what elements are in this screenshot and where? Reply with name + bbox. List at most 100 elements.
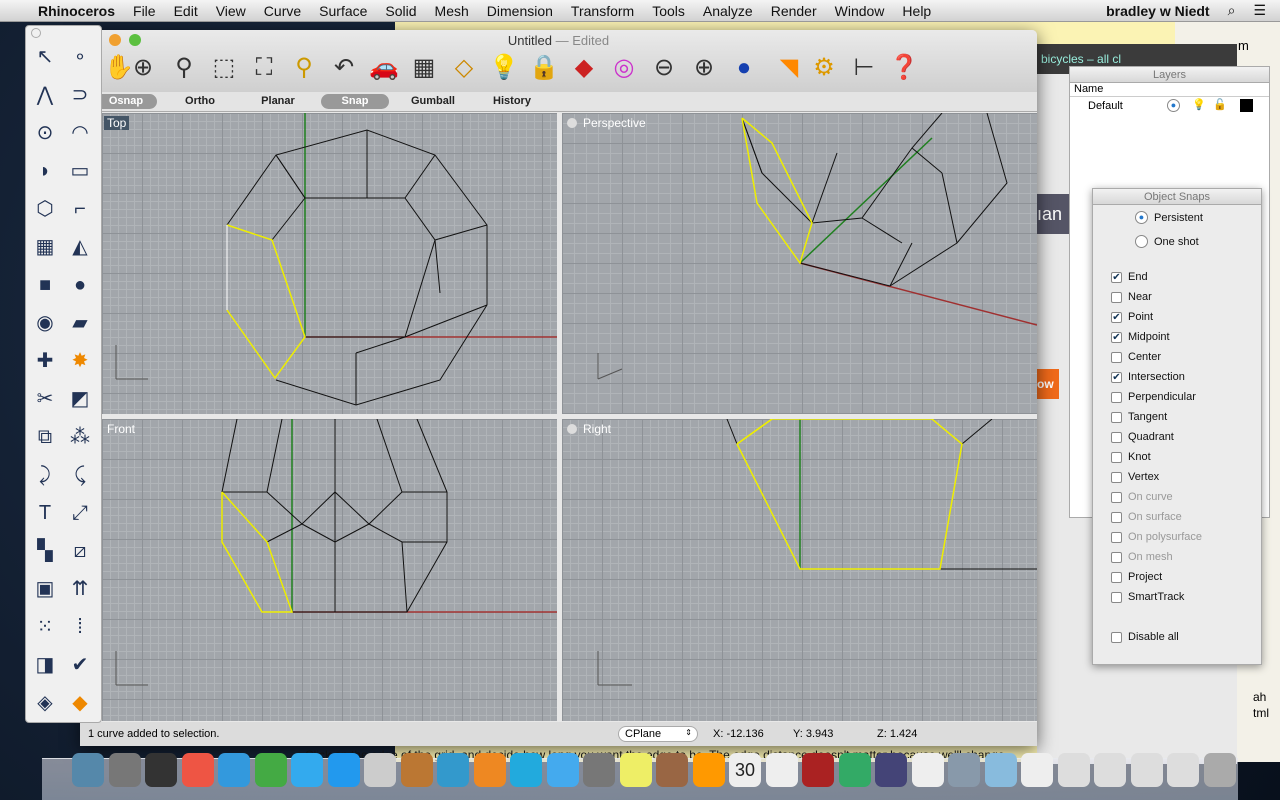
dock-skype-icon[interactable]	[510, 753, 542, 787]
curve-fillet-icon[interactable]: ⤹	[65, 460, 95, 490]
curve-offset-icon[interactable]: ⤸	[30, 460, 60, 490]
dock-calendar-icon[interactable]: 30	[729, 753, 761, 787]
group-icon[interactable]: ⁂	[65, 422, 95, 452]
curve-icon[interactable]: ⊃	[65, 80, 95, 110]
mode-persistent[interactable]: ● Persistent	[1135, 211, 1203, 224]
grid-array-icon[interactable]: ⁙	[30, 612, 60, 642]
toggle-osnap[interactable]: Osnap	[95, 94, 157, 109]
scale-icon[interactable]: ⤢	[65, 498, 95, 528]
snap-end[interactable]: ✔ End	[1111, 271, 1148, 283]
text-icon[interactable]: T	[30, 498, 60, 528]
split-icon[interactable]: ◩	[65, 384, 95, 414]
toggle-planar[interactable]: Planar	[248, 94, 308, 109]
dimension-icon[interactable]: ⊢	[847, 50, 881, 86]
spotlight-search-icon[interactable]: ⌕	[1219, 2, 1245, 19]
viewport-top[interactable]: Top	[102, 113, 557, 414]
menu-solid[interactable]: Solid	[376, 3, 425, 19]
viewport-front[interactable]: Front	[102, 419, 557, 721]
snap-on-curve[interactable]: On curve	[1111, 491, 1173, 503]
toggle-snap[interactable]: Snap	[321, 94, 389, 109]
snap-on-surface[interactable]: On surface	[1111, 511, 1182, 523]
extrude-icon[interactable]: ▣	[30, 574, 60, 604]
viewport-right[interactable]: Right	[562, 419, 1037, 721]
named-views-car-icon[interactable]: 🚗	[367, 50, 401, 86]
dock-preview-icon[interactable]	[875, 753, 907, 787]
current-layer-radio[interactable]: ●	[1167, 99, 1180, 112]
rectangle-arc-icon[interactable]: ◠	[65, 118, 95, 148]
polyline-icon[interactable]: ⋀	[30, 80, 60, 110]
menu-transform[interactable]: Transform	[562, 3, 643, 19]
explode-icon[interactable]: ✸	[65, 346, 95, 376]
dock-image-capture-icon[interactable]	[911, 753, 944, 787]
surface-grid-icon[interactable]: ▦	[30, 232, 60, 262]
polygon-icon[interactable]: ⬡	[30, 194, 60, 224]
palette-close-button[interactable]	[31, 28, 41, 38]
zoom-window-icon[interactable]: ⬚	[207, 50, 241, 86]
mode-one-shot[interactable]: One shot	[1135, 235, 1199, 248]
layer-color-swatch[interactable]	[1240, 99, 1253, 112]
cone-light-icon[interactable]: ◥	[772, 50, 806, 86]
layer-color-icon[interactable]: ◆	[567, 50, 601, 86]
dock-system-preferences-icon[interactable]	[583, 753, 615, 787]
mirror-icon[interactable]: ⧄	[65, 536, 95, 566]
zoom-extents-icon[interactable]: ⛶	[247, 50, 281, 86]
circle-icon[interactable]: ⊙	[30, 118, 60, 148]
fillet-icon[interactable]: ⌐	[65, 194, 95, 224]
cplane-grid-icon[interactable]: ▦	[407, 50, 441, 86]
toggle-history[interactable]: History	[480, 94, 544, 109]
snap-vertex[interactable]: Vertex	[1111, 471, 1159, 483]
solid-tools-icon[interactable]: ◈	[30, 688, 60, 718]
menu-render[interactable]: Render	[762, 3, 826, 19]
surface-patch-icon[interactable]: ◭	[65, 232, 95, 262]
arc-icon[interactable]: ◗	[30, 156, 60, 186]
dock-finder-icon[interactable]	[72, 753, 104, 787]
viewport-label-right[interactable]: Right	[564, 422, 614, 436]
extrude-arrows-icon[interactable]: ⇈	[65, 574, 95, 604]
dock-time-machine-icon[interactable]	[838, 753, 871, 787]
color-wheel-icon[interactable]: ◎	[607, 50, 641, 86]
snap-tangent[interactable]: Tangent	[1111, 411, 1167, 423]
cylinder-icon[interactable]: ◉	[30, 308, 60, 338]
dock-safari-icon[interactable]	[291, 753, 323, 787]
snap-center[interactable]: Center	[1111, 351, 1161, 363]
menu-analyze[interactable]: Analyze	[694, 3, 762, 19]
viewport-perspective[interactable]: Perspective	[562, 113, 1037, 414]
toggle-ortho[interactable]: Ortho	[170, 94, 230, 109]
dock-itunes-icon[interactable]	[218, 753, 250, 787]
snap-midpoint[interactable]: ✔ Midpoint	[1111, 331, 1170, 343]
boolean-icon[interactable]: ✚	[30, 346, 60, 376]
notification-list-icon[interactable]: ☰	[1244, 2, 1280, 19]
sphere-wire-icon[interactable]: ⊖	[647, 50, 681, 86]
menu-curve[interactable]: Curve	[255, 3, 310, 19]
dock-compass-app-icon[interactable]	[181, 753, 214, 787]
align-icon[interactable]: ⁞	[65, 612, 95, 642]
dock-trash-icon[interactable]	[1203, 753, 1236, 787]
layer-row[interactable]: Default ● 💡 🔓	[1070, 97, 1269, 115]
dock-garageband-icon[interactable]	[692, 753, 725, 787]
menu-window[interactable]: Window	[826, 3, 894, 19]
zoom-in-out-icon[interactable]: ⚲	[167, 50, 201, 86]
menu-edit[interactable]: Edit	[165, 3, 207, 19]
menu-mesh[interactable]: Mesh	[426, 3, 478, 19]
viewport-label-front[interactable]: Front	[104, 422, 138, 436]
join-icon[interactable]: ⧉	[30, 422, 60, 452]
menu-surface[interactable]: Surface	[310, 3, 376, 19]
trim-icon[interactable]: ✂	[30, 384, 60, 414]
dock-stickies-icon[interactable]	[619, 753, 652, 787]
dock-iphoto-icon[interactable]	[656, 753, 688, 787]
loft-icon[interactable]: ◨	[30, 650, 60, 680]
help-icon[interactable]: ❓	[887, 50, 921, 86]
menu-file[interactable]: File	[124, 3, 165, 19]
object-snap-shapes-icon[interactable]: ◇	[447, 50, 481, 86]
snap-on-polysurface[interactable]: On polysurface	[1111, 531, 1202, 543]
snap-on-mesh[interactable]: On mesh	[1111, 551, 1173, 563]
settings-gear-icon[interactable]: ⚙	[807, 50, 841, 86]
dock-document-icon[interactable]	[1057, 753, 1090, 787]
layers-header[interactable]: Name	[1070, 83, 1269, 97]
snap-intersection[interactable]: ✔ Intersection	[1111, 371, 1185, 383]
dock-reminders-icon[interactable]	[765, 753, 798, 787]
dock-launchpad-icon[interactable]	[108, 753, 141, 787]
paint-icon[interactable]: ◆	[65, 688, 95, 718]
snap-quadrant[interactable]: Quadrant	[1111, 431, 1174, 443]
dock-photo-booth-icon[interactable]	[802, 753, 834, 787]
